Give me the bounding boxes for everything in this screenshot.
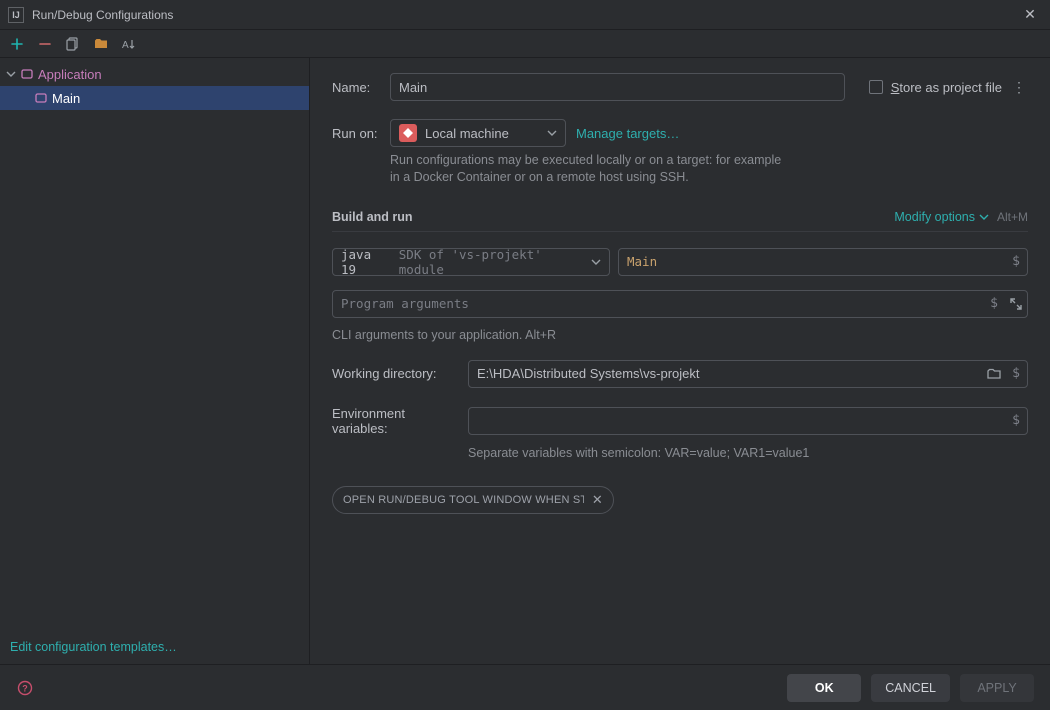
config-tree: Application Main bbox=[0, 62, 309, 633]
main-class-input[interactable] bbox=[618, 248, 1028, 276]
working-dir-input[interactable] bbox=[468, 360, 1028, 388]
chevron-down-icon bbox=[547, 128, 557, 138]
modify-options-link[interactable]: Modify options bbox=[894, 210, 989, 224]
env-vars-help: Separate variables with semicolon: VAR=v… bbox=[468, 446, 1028, 460]
save-template-icon[interactable] bbox=[92, 35, 110, 53]
working-dir-label: Working directory: bbox=[332, 366, 454, 381]
remove-config-icon[interactable] bbox=[36, 35, 54, 53]
sidebar-footer: Edit configuration templates… bbox=[0, 633, 309, 664]
store-as-project-file-checkbox[interactable] bbox=[869, 80, 883, 94]
help-icon[interactable]: ? bbox=[16, 679, 34, 697]
run-on-label: Run on: bbox=[332, 126, 380, 141]
tree-item-main[interactable]: Main bbox=[0, 86, 309, 110]
name-input[interactable] bbox=[390, 73, 845, 101]
insert-macro-icon[interactable]: $ bbox=[1008, 366, 1024, 382]
window-title: Run/Debug Configurations bbox=[32, 8, 1018, 22]
name-label: Name: bbox=[332, 80, 380, 95]
cancel-button[interactable]: CANCEL bbox=[871, 674, 950, 702]
config-tree-panel: Application Main Edit configuration temp… bbox=[0, 58, 310, 664]
apply-button[interactable]: APPLY bbox=[960, 674, 1034, 702]
chip-label: OPEN RUN/DEBUG TOOL WINDOW WHEN STARTED bbox=[343, 494, 584, 506]
section-title: Build and run bbox=[332, 210, 413, 224]
build-and-run-header: Build and run Modify options Alt+M bbox=[332, 210, 1028, 232]
option-chip-open-tool-window: OPEN RUN/DEBUG TOOL WINDOW WHEN STARTED … bbox=[332, 486, 614, 514]
titlebar: IJ Run/Debug Configurations ✕ bbox=[0, 0, 1050, 30]
name-row: Name: Store as project file ⋮ bbox=[332, 72, 1028, 102]
insert-macro-icon[interactable]: $ bbox=[986, 296, 1002, 312]
edit-templates-link[interactable]: Edit configuration templates… bbox=[10, 640, 177, 654]
browse-folder-icon[interactable] bbox=[986, 366, 1002, 382]
svg-text:?: ? bbox=[22, 683, 28, 693]
copy-config-icon[interactable] bbox=[64, 35, 82, 53]
application-config-icon bbox=[34, 91, 48, 105]
insert-macro-icon[interactable]: $ bbox=[1008, 413, 1024, 429]
store-as-project-file-label: Store as project file bbox=[891, 80, 1002, 95]
sort-icon[interactable]: A bbox=[120, 35, 138, 53]
run-on-row: Run on: Local machine Manage targets… bbox=[332, 118, 1028, 148]
ok-button[interactable]: OK bbox=[787, 674, 861, 702]
chevron-down-icon bbox=[591, 257, 601, 267]
sdk-mainclass-row: java 19 SDK of 'vs-projekt' module $ bbox=[332, 248, 1028, 276]
tree-group-application[interactable]: Application bbox=[0, 62, 309, 86]
run-on-value: Local machine bbox=[425, 126, 509, 141]
jdk-select[interactable]: java 19 SDK of 'vs-projekt' module bbox=[332, 248, 610, 276]
expand-icon[interactable] bbox=[1008, 296, 1024, 312]
program-args-row: $ bbox=[332, 290, 1028, 318]
env-vars-input[interactable] bbox=[468, 407, 1028, 435]
chip-remove-icon[interactable]: ✕ bbox=[592, 492, 603, 508]
config-toolbar: A bbox=[0, 30, 1050, 58]
add-config-icon[interactable] bbox=[8, 35, 26, 53]
dialog-footer: ? OK CANCEL APPLY bbox=[0, 664, 1050, 710]
application-type-icon bbox=[20, 67, 34, 81]
svg-text:A: A bbox=[122, 40, 129, 51]
cli-help-text: CLI arguments to your application. Alt+R bbox=[332, 328, 1028, 342]
run-on-select[interactable]: Local machine bbox=[390, 119, 566, 147]
env-vars-row: Environment variables: $ bbox=[332, 406, 1028, 436]
tree-group-label: Application bbox=[38, 67, 102, 82]
jdk-module-suffix: SDK of 'vs-projekt' module bbox=[399, 247, 591, 277]
env-vars-label: Environment variables: bbox=[332, 406, 454, 436]
tree-item-label: Main bbox=[52, 91, 80, 106]
local-machine-icon bbox=[399, 124, 417, 142]
main-class-field-wrap: $ bbox=[618, 248, 1028, 276]
modify-options-shortcut: Alt+M bbox=[997, 210, 1028, 224]
run-on-help: Run configurations may be executed local… bbox=[390, 152, 790, 186]
working-dir-row: Working directory: $ bbox=[332, 360, 1028, 388]
config-form: Name: Store as project file ⋮ Run on: Lo… bbox=[310, 58, 1050, 664]
manage-targets-link[interactable]: Manage targets… bbox=[576, 126, 679, 141]
store-options-icon[interactable]: ⋮ bbox=[1010, 79, 1028, 96]
chevron-down-icon bbox=[6, 69, 16, 79]
program-args-input[interactable] bbox=[332, 290, 1028, 318]
insert-macro-icon[interactable]: $ bbox=[1008, 254, 1024, 270]
jdk-prefix: java 19 bbox=[341, 247, 393, 277]
app-icon: IJ bbox=[8, 7, 24, 23]
close-icon[interactable]: ✕ bbox=[1018, 6, 1042, 23]
